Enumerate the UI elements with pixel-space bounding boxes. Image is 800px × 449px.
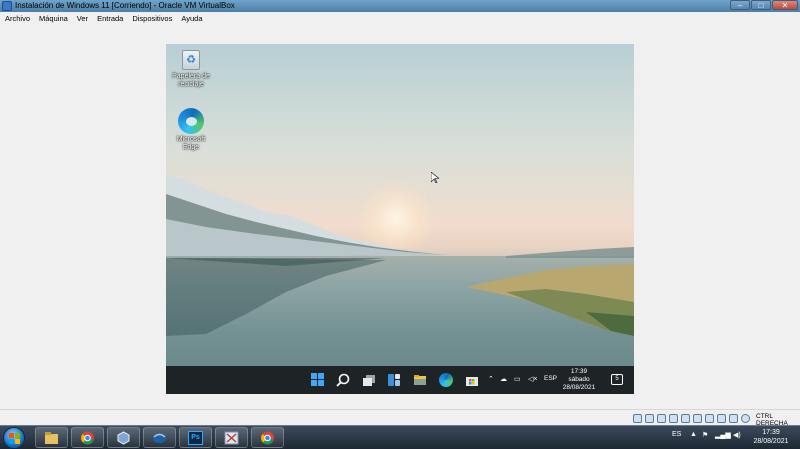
notification-center-icon[interactable]: 5 <box>611 374 623 385</box>
store-icon[interactable] <box>465 373 479 387</box>
file-explorer-icon[interactable] <box>413 373 427 387</box>
chevron-up-icon[interactable]: ⌃ <box>488 375 494 383</box>
recycle-bin-icon: ♻ <box>182 50 200 70</box>
menu-bar: Archivo Máquina Ver Entrada Dispositivos… <box>0 12 800 25</box>
action-center-flag-icon[interactable]: ⚑ <box>702 431 708 439</box>
task-view-icon[interactable] <box>362 373 376 387</box>
desktop-icon-label: Papelera de reciclaje <box>172 73 210 88</box>
widgets-icon[interactable] <box>387 373 401 387</box>
menu-entrada[interactable]: Entrada <box>97 14 123 23</box>
menu-ver[interactable]: Ver <box>77 14 88 23</box>
snipping-tool-icon <box>224 431 239 445</box>
onedrive-icon[interactable]: ☁ <box>500 375 507 383</box>
host-clock[interactable]: 17:39 28/08/2021 <box>746 428 796 446</box>
window-title: Instalación de Windows 11 [Corriendo] - … <box>15 1 235 10</box>
host-clock-time: 17:39 <box>762 429 780 436</box>
taskbar-button-explorer[interactable] <box>35 427 68 448</box>
chrome-icon <box>261 431 274 445</box>
network-icon[interactable]: ▭ <box>514 375 521 383</box>
maximize-button[interactable]: □ <box>751 0 771 10</box>
edge-icon[interactable] <box>439 373 453 387</box>
taskbar-button-photoshop[interactable]: Ps <box>179 427 212 448</box>
photoshop-label: Ps <box>191 434 200 441</box>
start-icon[interactable] <box>311 373 325 387</box>
network-adapter-icon[interactable] <box>669 414 678 423</box>
chevron-up-icon[interactable]: ▲ <box>690 431 697 438</box>
minimize-button[interactable]: – <box>730 0 750 10</box>
usb-icon[interactable] <box>681 414 690 423</box>
guest-taskbar: ⌃ ☁ ▭ ◁× ESP 17:39 sábado 28/08/2021 5 <box>166 366 634 394</box>
taskbar-button-thunderbird[interactable] <box>143 427 176 448</box>
guest-clock[interactable]: 17:39 sábado 28/08/2021 <box>554 368 604 392</box>
cpu-icon[interactable] <box>729 414 738 423</box>
optical-drive-icon[interactable] <box>645 414 654 423</box>
windows-explorer-icon <box>45 432 58 444</box>
virtualbox-app-icon <box>2 1 12 11</box>
windows-start-button[interactable] <box>3 427 25 449</box>
vbox-status-bar: CTRL DERECHA <box>0 409 800 427</box>
display-icon[interactable] <box>705 414 714 423</box>
taskbar-button-snipping-tool[interactable] <box>215 427 248 448</box>
wallpaper-landscape <box>166 176 634 366</box>
menu-maquina[interactable]: Máquina <box>39 14 68 23</box>
mouse-cursor-icon <box>431 172 439 183</box>
mouse-integration-icon[interactable] <box>741 414 750 423</box>
desktop-icon-edge[interactable]: Microsoft Edge <box>169 108 213 152</box>
chrome-icon <box>81 431 94 445</box>
hard-disk-icon[interactable] <box>633 414 642 423</box>
host-clock-date: 28/08/2021 <box>753 438 789 445</box>
menu-dispositivos[interactable]: Dispositivos <box>132 14 172 23</box>
virtualbox-icon <box>117 431 130 445</box>
taskbar-button-chrome[interactable] <box>71 427 104 448</box>
edge-icon <box>178 108 204 134</box>
menu-ayuda[interactable]: Ayuda <box>181 14 202 23</box>
close-button[interactable]: ✕ <box>772 0 798 10</box>
shared-folders-icon[interactable] <box>693 414 702 423</box>
volume-icon[interactable]: ◁× <box>528 375 537 383</box>
audio-icon[interactable] <box>657 414 666 423</box>
photoshop-icon: Ps <box>188 431 203 445</box>
virtualbox-window: Instalación de Windows 11 [Corriendo] - … <box>0 0 800 427</box>
taskbar-button-virtualbox[interactable] <box>107 427 140 448</box>
host-taskbar: Ps ES ▲ ⚑ ▂▄▆ ◀) 17:39 28/08/2021 <box>0 425 800 449</box>
volume-icon[interactable]: ◀) <box>733 431 741 439</box>
guest-screen[interactable]: ♻ Papelera de reciclaje Microsoft Edge ⌃… <box>166 44 634 394</box>
desktop-icon-recycle-bin[interactable]: ♻ Papelera de reciclaje <box>169 50 213 89</box>
network-signal-icon[interactable]: ▂▄▆ <box>715 431 731 439</box>
thunderbird-icon <box>153 433 166 443</box>
host-language[interactable]: ES <box>672 431 681 438</box>
menu-archivo[interactable]: Archivo <box>5 14 30 23</box>
clock-time: 17:39 <box>570 368 588 375</box>
search-icon[interactable] <box>336 373 350 387</box>
clock-day: sábado <box>568 376 590 383</box>
desktop-icon-label: Microsoft Edge <box>176 136 206 151</box>
clock-date: 28/08/2021 <box>562 384 596 391</box>
title-bar[interactable]: Instalación de Windows 11 [Corriendo] - … <box>0 0 800 12</box>
window-controls: – □ ✕ <box>730 0 798 11</box>
taskbar-button-chrome-2[interactable] <box>251 427 284 448</box>
recording-icon[interactable] <box>717 414 726 423</box>
